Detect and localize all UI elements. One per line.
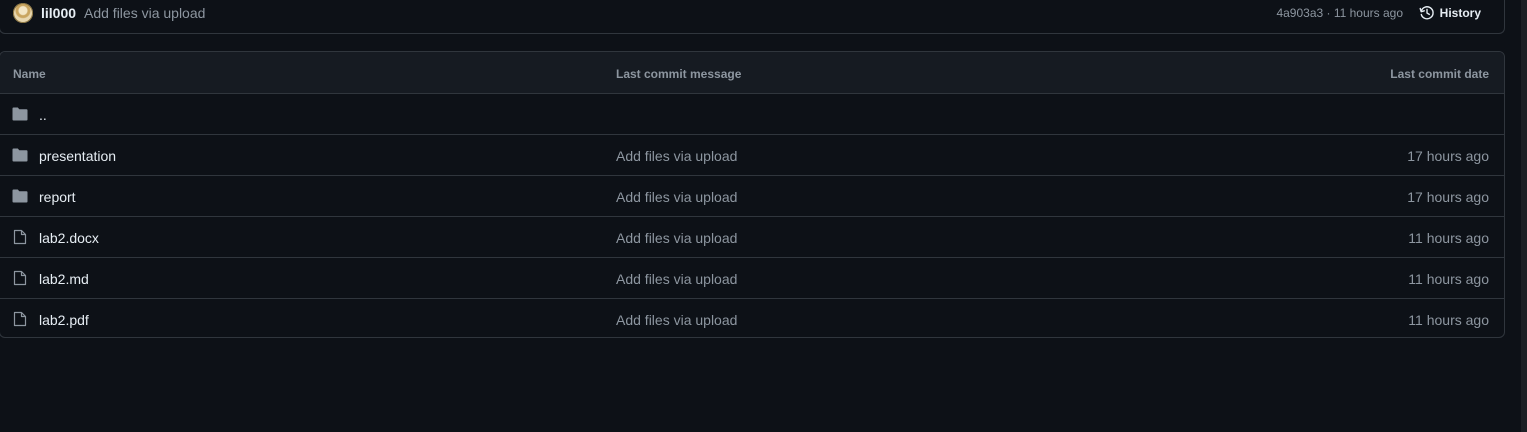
file-table: Name Last commit message Last commit dat… [0, 51, 1505, 338]
file-name[interactable]: presentation [39, 148, 116, 164]
history-button[interactable]: History [1419, 3, 1481, 23]
last-commit-date: 17 hours ago [1407, 189, 1489, 205]
window-scrollbar-track[interactable] [1521, 0, 1527, 432]
file-name[interactable]: lab2.pdf [39, 312, 89, 328]
header-last-commit-message: Last commit message [616, 67, 742, 81]
commit-message[interactable]: Add files via upload [84, 5, 205, 21]
file-icon [12, 229, 28, 245]
file-icon [12, 311, 28, 327]
file-icon [12, 270, 28, 286]
file-name[interactable]: report [39, 189, 76, 205]
last-commit-message[interactable]: Add files via upload [616, 230, 737, 246]
last-commit-date: 11 hours ago [1408, 271, 1489, 287]
page: lil000 Add files via upload 4a903a3 · 11… [0, 0, 1527, 432]
commit-meta[interactable]: 4a903a3 · 11 hours ago [1276, 6, 1403, 20]
table-row[interactable]: report Add files via upload 17 hours ago [0, 176, 1504, 217]
folder-icon [12, 188, 28, 204]
file-name[interactable]: lab2.md [39, 271, 89, 287]
last-commit-date: 11 hours ago [1408, 230, 1489, 246]
last-commit-date: 17 hours ago [1407, 148, 1489, 164]
history-label: History [1439, 6, 1481, 20]
header-name: Name [13, 67, 46, 81]
last-commit-message[interactable]: Add files via upload [616, 189, 737, 205]
history-icon [1419, 5, 1435, 21]
last-commit-message[interactable]: Add files via upload [616, 312, 737, 328]
table-row[interactable]: presentation Add files via upload 17 hou… [0, 135, 1504, 176]
latest-commit-bar: lil000 Add files via upload 4a903a3 · 11… [0, 0, 1505, 34]
folder-icon [12, 106, 28, 122]
table-row[interactable]: lab2.md Add files via upload 11 hours ag… [0, 258, 1504, 299]
commit-author[interactable]: lil000 [41, 5, 76, 21]
last-commit-date: 11 hours ago [1408, 312, 1489, 328]
header-last-commit-date: Last commit date [1390, 67, 1489, 81]
file-name[interactable]: lab2.docx [39, 230, 99, 246]
file-name[interactable]: .. [39, 107, 47, 123]
table-row-parent-directory[interactable]: .. [0, 94, 1504, 135]
table-row[interactable]: lab2.docx Add files via upload 11 hours … [0, 217, 1504, 258]
folder-icon [12, 147, 28, 163]
table-header: Name Last commit message Last commit dat… [0, 52, 1504, 94]
table-row[interactable]: lab2.pdf Add files via upload 11 hours a… [0, 299, 1504, 337]
author-avatar[interactable] [13, 3, 33, 23]
last-commit-message[interactable]: Add files via upload [616, 148, 737, 164]
last-commit-message[interactable]: Add files via upload [616, 271, 737, 287]
